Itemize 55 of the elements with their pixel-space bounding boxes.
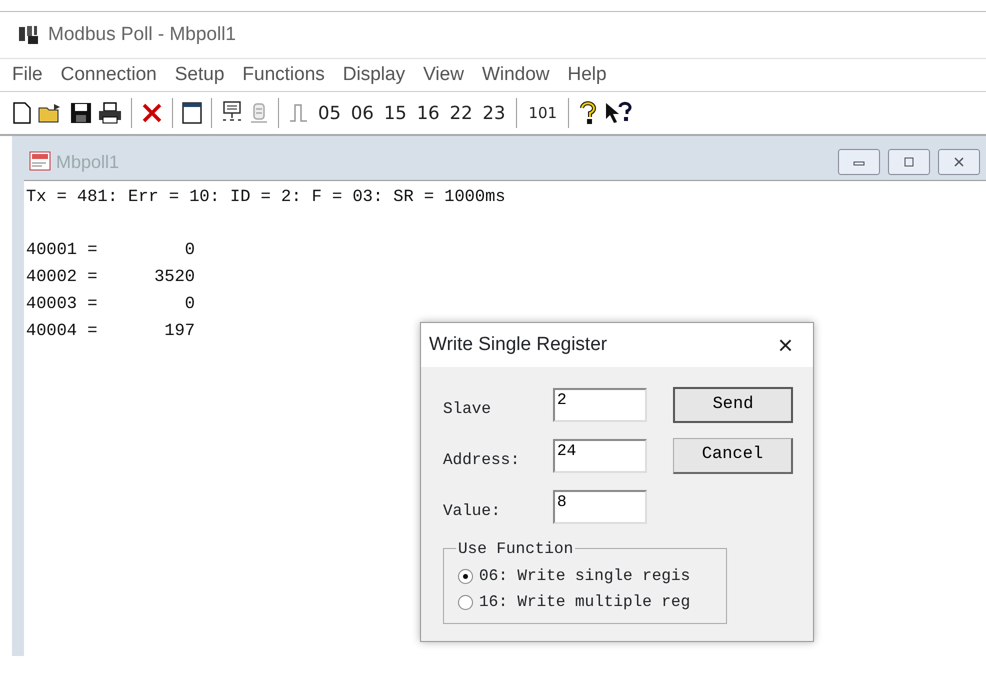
maximize-icon <box>902 156 916 168</box>
help-icon[interactable] <box>578 101 598 125</box>
radio-label: 06: Write single regis <box>479 566 690 587</box>
radio-button[interactable] <box>458 594 473 610</box>
register-address: 40001 = <box>26 240 98 262</box>
radio-button[interactable] <box>458 568 473 584</box>
register-address: 40003 = <box>26 294 98 316</box>
toolbar-button[interactable]: 23 <box>480 100 508 126</box>
toolbar-button[interactable]: 06 <box>348 100 376 126</box>
minimize-button[interactable] <box>838 149 880 175</box>
document-icon <box>28 151 52 173</box>
dialog-title: Write Single Register <box>429 332 608 357</box>
delete-icon[interactable] <box>141 102 163 124</box>
input-field[interactable]: 2 <box>553 388 647 422</box>
window-title: Mbpoll1 <box>56 150 120 174</box>
menu-item[interactable]: Help <box>568 60 607 90</box>
maximize-button[interactable] <box>888 149 930 175</box>
toolbar-button[interactable]: 05 <box>316 100 343 126</box>
toolbar-button[interactable]: 16 <box>414 100 442 126</box>
new-file-icon[interactable] <box>12 101 32 125</box>
window-title: Modbus Poll - Mbpoll1 <box>48 22 236 47</box>
register-value: 197 <box>163 320 195 342</box>
register-address: 40002 = <box>26 266 98 288</box>
toolbar-button[interactable]: 15 <box>382 100 409 126</box>
input-field[interactable]: 8 <box>553 490 647 524</box>
dialog-button[interactable]: Send <box>673 386 793 422</box>
menu-item[interactable]: File <box>12 60 43 90</box>
window-icon[interactable] <box>182 101 202 125</box>
field-label: Address: <box>443 450 521 470</box>
register-value: 0 <box>184 240 195 262</box>
register-address: 40004 = <box>26 320 98 342</box>
menu-item[interactable]: Setup <box>174 60 224 90</box>
field-label: Slave <box>443 398 492 420</box>
menu-item[interactable]: View <box>423 60 464 90</box>
register-value: 0 <box>184 294 195 316</box>
field-label: Value: <box>443 500 502 522</box>
input-field[interactable]: 24 <box>553 438 647 472</box>
radio-label: 16: Write multiple reg <box>479 592 690 613</box>
toolbar-button[interactable]: 101 <box>526 102 560 124</box>
menu-item[interactable]: Display <box>342 60 406 90</box>
close-button[interactable]: × <box>768 326 803 364</box>
toolbar-button[interactable]: 22 <box>448 100 475 126</box>
context-help-icon[interactable] <box>604 101 632 125</box>
dialog-button[interactable]: Cancel <box>673 438 793 474</box>
status-line: Tx = 481: Err = 10: ID = 2: F = 03: SR = 1000ms <box>26 187 506 209</box>
close-button[interactable] <box>938 149 980 175</box>
menu-item[interactable]: Connection <box>60 60 157 90</box>
menu-item[interactable]: Window <box>482 60 550 90</box>
menu-item[interactable]: Functions <box>242 60 325 90</box>
pulse-icon[interactable] <box>288 102 310 124</box>
app-icon <box>18 25 40 45</box>
close-icon <box>952 156 966 168</box>
save-icon[interactable] <box>70 102 92 124</box>
register-value: 3520 <box>153 266 195 288</box>
printer-icon[interactable] <box>98 102 122 124</box>
